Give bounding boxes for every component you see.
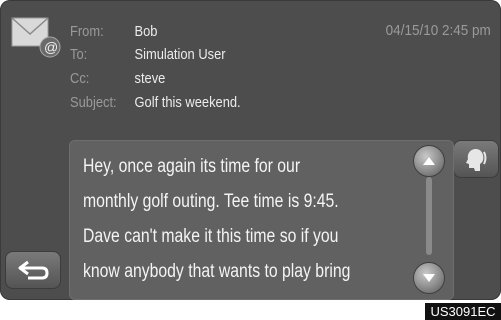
back-button[interactable] (5, 251, 61, 289)
chevron-up-icon (423, 157, 435, 165)
speaker-head-icon (466, 149, 487, 171)
figure-code: US3091EC (425, 303, 501, 320)
read-aloud-button[interactable] (453, 140, 499, 178)
message-line: Hey, once again its time for our (83, 156, 301, 177)
message-line: monthly golf outing. Tee time is 9:45. (83, 191, 339, 212)
chevron-down-icon (423, 274, 435, 282)
from-value: Bob (134, 23, 158, 40)
scroll-up-button[interactable] (413, 145, 445, 177)
scroll-down-button[interactable] (413, 262, 445, 294)
to-value: Simulation User (134, 46, 226, 63)
subject-row: Subject: Golf this weekend. (70, 92, 241, 114)
message-body-text: Hey, once again its time for our monthly… (83, 149, 398, 289)
mail-icon: @ (11, 17, 61, 58)
back-arrow-icon (18, 260, 49, 280)
message-line: know anybody that wants to play bring (83, 261, 351, 282)
to-label: To: (70, 46, 88, 63)
subject-label: Subject: (70, 94, 117, 111)
subject-value: Golf this weekend. (134, 94, 241, 111)
cc-label: Cc: (70, 70, 90, 87)
from-label: From: (70, 23, 104, 40)
message-line: Dave can't make it this time so if you (83, 226, 339, 247)
scroll-thumb[interactable] (426, 177, 432, 255)
svg-text:@: @ (44, 39, 58, 55)
to-row: To: Simulation User (70, 44, 226, 66)
cc-value: steve (134, 70, 166, 87)
email-view-screen: @ From: Bob To: Simulation User Cc: stev… (0, 0, 501, 300)
cc-row: Cc: steve (70, 68, 165, 90)
from-row: From: Bob (70, 21, 157, 43)
message-body[interactable]: Hey, once again its time for our monthly… (69, 140, 454, 300)
received-datetime: 04/15/10 2:45 pm (385, 22, 491, 39)
